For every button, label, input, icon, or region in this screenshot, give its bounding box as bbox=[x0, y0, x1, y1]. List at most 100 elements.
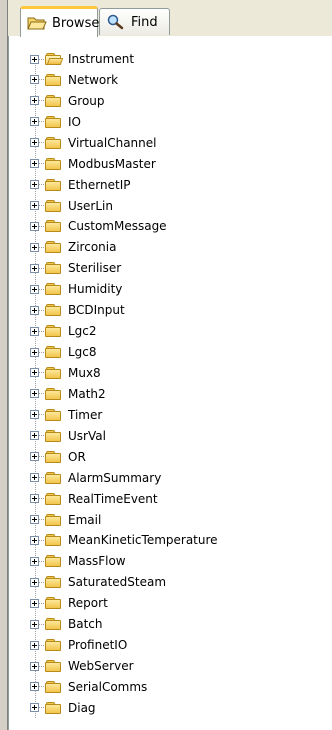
tree-item[interactable]: UserLin bbox=[30, 198, 113, 214]
tree-item[interactable]: Email bbox=[30, 512, 101, 528]
expand-plus-icon[interactable] bbox=[30, 535, 39, 545]
tree-item-label: UsrVal bbox=[68, 428, 106, 443]
tree-item-label: ProfinetIO bbox=[68, 638, 128, 652]
tree-item[interactable]: Humidity bbox=[30, 281, 122, 297]
expand-plus-icon[interactable] bbox=[30, 452, 39, 462]
expand-plus-icon[interactable] bbox=[30, 221, 39, 231]
expand-plus-icon[interactable] bbox=[30, 305, 39, 315]
expand-plus-icon[interactable] bbox=[30, 96, 39, 106]
expand-plus-icon[interactable] bbox=[30, 473, 39, 483]
tree-item-label: Math2 bbox=[68, 386, 106, 401]
tree-item-label: IO bbox=[68, 114, 81, 129]
expand-plus-icon[interactable] bbox=[30, 263, 39, 273]
tree-connector bbox=[39, 414, 44, 416]
tree-connector bbox=[39, 100, 44, 102]
expand-plus-icon[interactable] bbox=[30, 661, 39, 671]
expand-plus-icon[interactable] bbox=[30, 577, 39, 587]
expand-plus-icon[interactable] bbox=[30, 159, 39, 169]
folder-icon bbox=[45, 533, 63, 547]
folder-icon bbox=[45, 219, 63, 233]
expand-plus-icon[interactable] bbox=[30, 556, 39, 566]
tree-item-label: BCDInput bbox=[68, 303, 125, 318]
tree-item-label: RealTimeEvent bbox=[68, 491, 158, 506]
tree-connector bbox=[39, 330, 44, 332]
tree-item[interactable]: Timer bbox=[30, 407, 102, 423]
expand-plus-icon[interactable] bbox=[30, 682, 39, 692]
expand-plus-icon[interactable] bbox=[30, 703, 39, 713]
expand-plus-icon[interactable] bbox=[30, 431, 39, 441]
tree-item[interactable]: MeanKineticTemperature bbox=[30, 532, 218, 548]
expand-plus-icon[interactable] bbox=[30, 75, 39, 85]
tree-item-label: Mux8 bbox=[68, 365, 101, 380]
tree-connector bbox=[39, 477, 44, 479]
expand-plus-icon[interactable] bbox=[30, 138, 39, 148]
tree-connector bbox=[39, 58, 44, 60]
tree-item[interactable]: Steriliser bbox=[30, 260, 121, 276]
tree-connector bbox=[39, 498, 44, 499]
expand-plus-icon[interactable] bbox=[30, 410, 39, 420]
expand-plus-icon[interactable] bbox=[30, 619, 39, 629]
tree-item[interactable]: SaturatedSteam bbox=[30, 574, 166, 590]
tree-item[interactable]: Math2 bbox=[30, 386, 106, 402]
folder-icon bbox=[45, 429, 63, 443]
tree-item[interactable]: Mux8 bbox=[30, 365, 101, 381]
expand-plus-icon[interactable] bbox=[30, 180, 39, 190]
tree-item[interactable]: IO bbox=[30, 114, 81, 130]
tree-item[interactable]: AlarmSummary bbox=[30, 470, 161, 486]
tree-item[interactable]: VirtualChannel bbox=[30, 135, 156, 151]
tree-item[interactable]: Report bbox=[30, 595, 108, 611]
tree-item[interactable]: Lgc8 bbox=[30, 344, 97, 360]
tree-item[interactable]: Zirconia bbox=[30, 239, 116, 255]
expand-plus-icon[interactable] bbox=[30, 640, 39, 650]
tree-connector bbox=[39, 121, 44, 123]
folder-icon bbox=[45, 387, 63, 401]
tree-item[interactable]: Lgc2 bbox=[30, 323, 97, 339]
expand-plus-icon[interactable] bbox=[30, 368, 39, 378]
tree-item-label: WebServer bbox=[68, 659, 134, 673]
expand-plus-icon[interactable] bbox=[30, 494, 39, 503]
folder-open-icon bbox=[27, 15, 47, 31]
tree-item[interactable]: RealTimeEvent bbox=[30, 491, 158, 507]
tree-item[interactable]: Network bbox=[30, 72, 118, 88]
expand-plus-icon[interactable] bbox=[30, 201, 39, 210]
browse-tree[interactable]: Instrument Network Group IO VirtualChannel Mo… bbox=[8, 36, 332, 730]
tree-item[interactable]: OR bbox=[30, 449, 86, 465]
expand-plus-icon[interactable] bbox=[30, 284, 39, 294]
tree-item[interactable]: Instrument bbox=[30, 51, 134, 67]
expand-plus-icon[interactable] bbox=[30, 117, 39, 127]
app-window: Browse Find Instrument Network Group IO Virt… bbox=[0, 0, 332, 730]
tree-item[interactable]: ModbusMaster bbox=[30, 156, 156, 172]
tree-item[interactable]: BCDInput bbox=[30, 302, 125, 318]
tree-connector bbox=[39, 707, 44, 709]
tree-item[interactable]: MassFlow bbox=[30, 553, 126, 569]
tree-item[interactable]: SerialComms bbox=[30, 679, 147, 695]
tree-connector bbox=[39, 142, 44, 144]
tree-item[interactable]: Group bbox=[30, 93, 105, 109]
folder-icon bbox=[45, 303, 63, 317]
expand-plus-icon[interactable] bbox=[30, 515, 39, 524]
expand-plus-icon[interactable] bbox=[30, 347, 39, 357]
tree-item-label: ModbusMaster bbox=[68, 156, 156, 171]
tab-find[interactable]: Find bbox=[99, 8, 170, 35]
tree-item[interactable]: ProfinetIO bbox=[30, 637, 127, 653]
expand-plus-icon[interactable] bbox=[30, 598, 39, 608]
tree-item[interactable]: UsrVal bbox=[30, 428, 106, 444]
tree-item[interactable]: Diag bbox=[30, 700, 96, 716]
expand-plus-icon[interactable] bbox=[30, 389, 39, 399]
expand-plus-icon[interactable] bbox=[30, 326, 39, 336]
tree-item[interactable]: EthernetIP bbox=[30, 177, 130, 193]
tab-strip: Browse Find bbox=[8, 0, 332, 37]
tree-item-label: Steriliser bbox=[68, 261, 122, 276]
folder-icon bbox=[45, 73, 63, 87]
tree-connector bbox=[39, 435, 44, 437]
expand-plus-icon[interactable] bbox=[30, 54, 39, 64]
tab-browse[interactable]: Browse bbox=[20, 6, 99, 37]
search-icon bbox=[106, 14, 126, 30]
tree-item[interactable]: Batch bbox=[30, 616, 103, 632]
tree-item[interactable]: CustomMessage bbox=[30, 218, 167, 234]
folder-icon bbox=[45, 345, 63, 359]
tree-connector bbox=[39, 623, 44, 625]
expand-plus-icon[interactable] bbox=[30, 242, 39, 252]
tree-item[interactable]: WebServer bbox=[30, 658, 134, 674]
folder-icon bbox=[45, 680, 63, 694]
